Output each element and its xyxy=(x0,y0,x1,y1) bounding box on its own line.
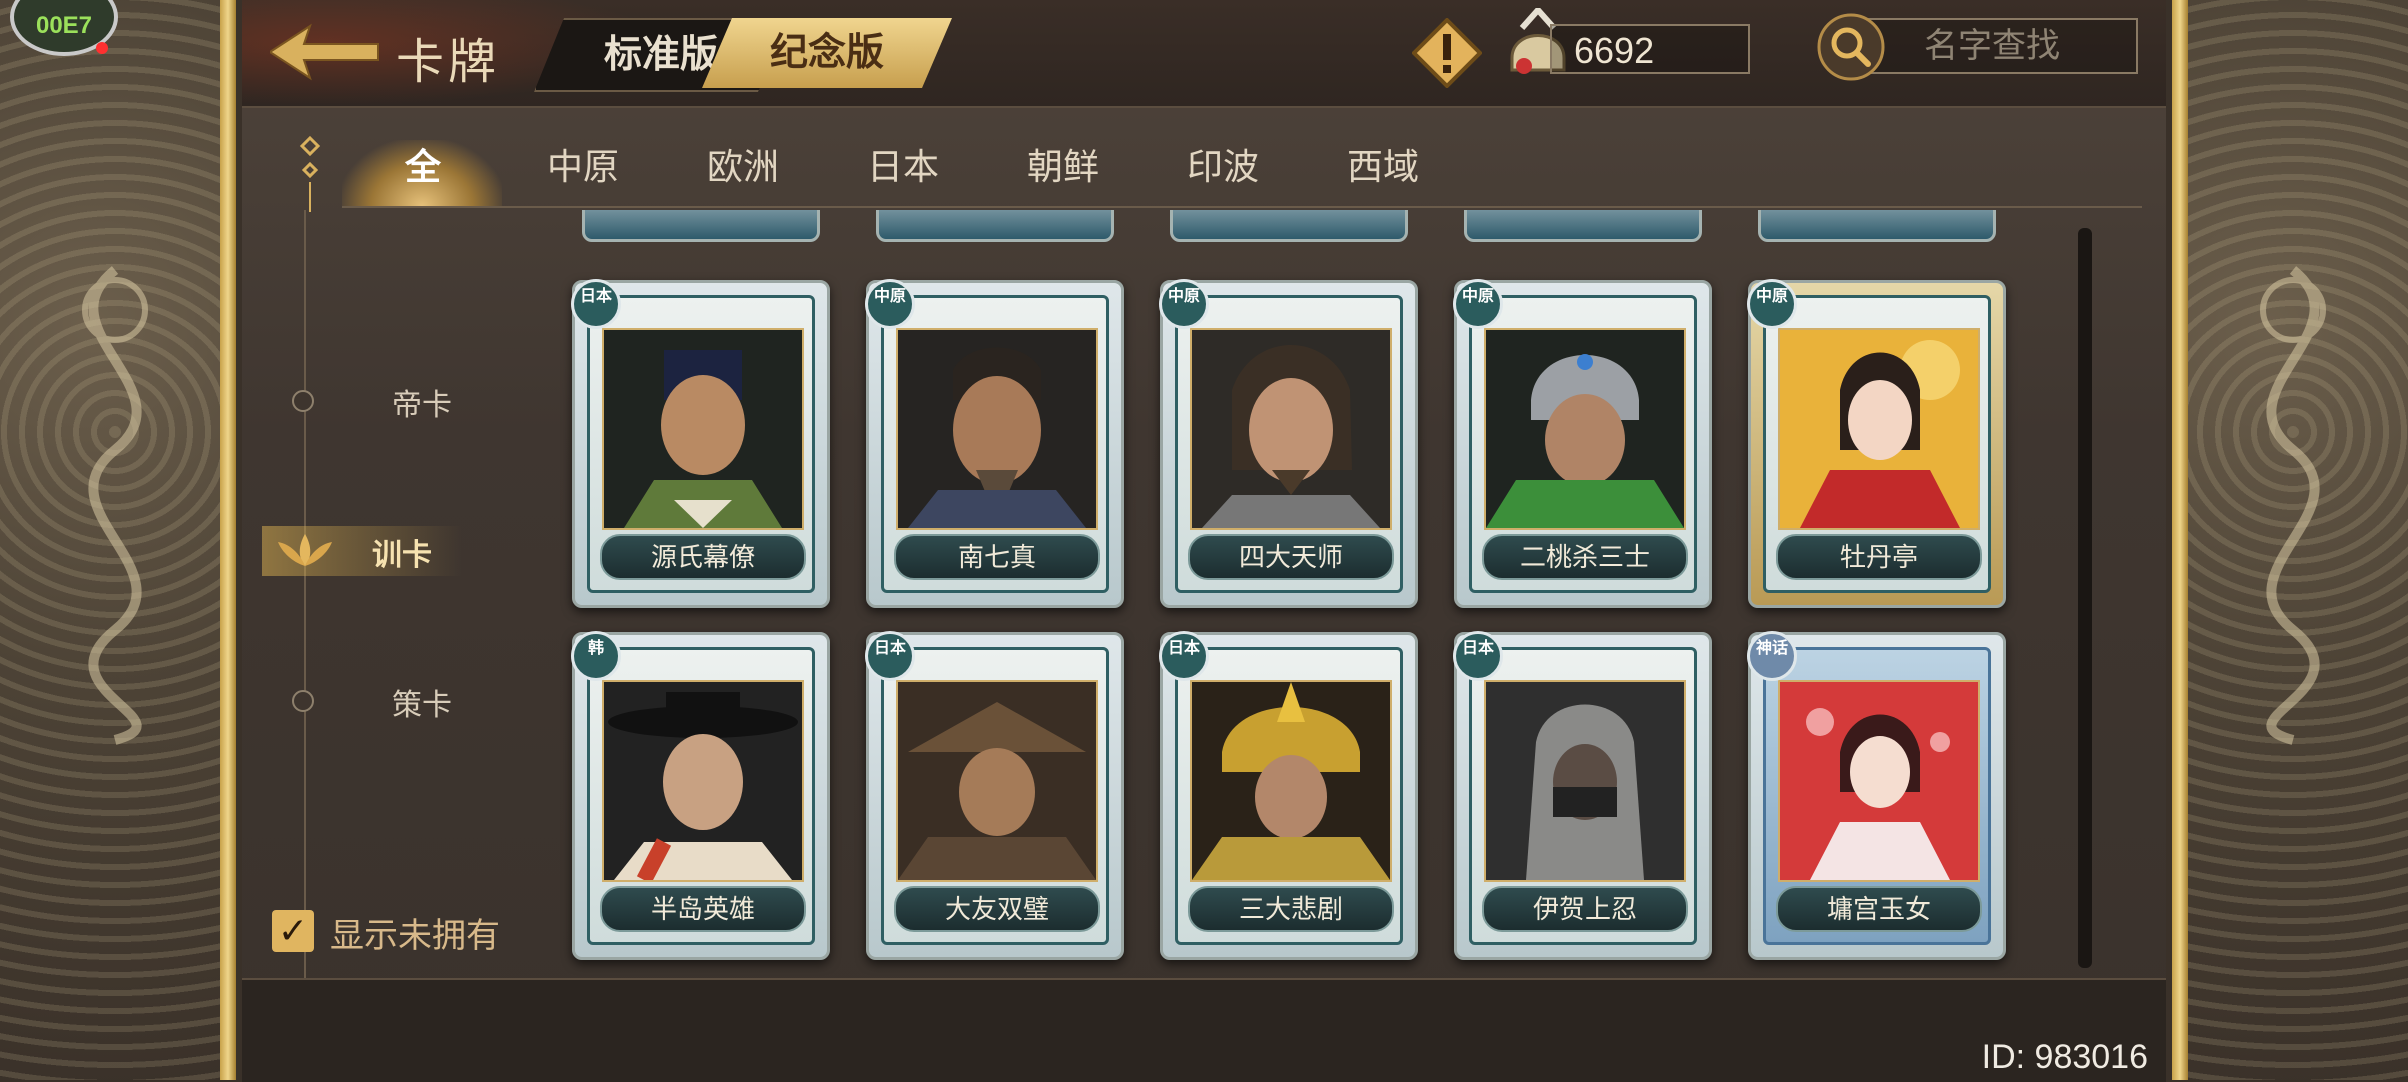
right-gold-border xyxy=(2172,0,2188,1080)
show-unowned-label: 显示未拥有 xyxy=(330,917,500,955)
card-item[interactable]: 二桃杀三士 中原 xyxy=(1453,279,1712,608)
card-name: 南七真 xyxy=(894,534,1100,580)
category-label: 帝卡 xyxy=(392,389,452,422)
currency-amount: 6692 xyxy=(1550,24,1750,74)
card-name: 伊贺上忍 xyxy=(1482,886,1688,932)
search-input[interactable] xyxy=(1864,20,2136,72)
right-decorative-wall xyxy=(2178,0,2408,1080)
back-arrow-icon[interactable] xyxy=(270,22,380,82)
card-region-badge: 日本 xyxy=(865,631,915,681)
card-item[interactable]: 伊贺上忍 日本 xyxy=(1453,631,1712,960)
card-item[interactable]: 墉宫玉女 神话 xyxy=(1747,631,2006,960)
dragon-ornament-icon xyxy=(2260,266,2326,745)
card-name: 半岛英雄 xyxy=(600,886,806,932)
card-portrait xyxy=(1778,328,1980,530)
card-peek[interactable] xyxy=(572,210,824,250)
card-item[interactable]: 大友双璧 日本 xyxy=(865,631,1124,960)
card-portrait xyxy=(896,680,1098,882)
card-item[interactable]: 半岛英雄 韩 xyxy=(571,631,830,960)
dragon-ornament-icon xyxy=(82,266,148,745)
card-item[interactable]: 南七真 中原 xyxy=(865,279,1124,608)
region-tab-japan[interactable]: 日本 xyxy=(848,138,958,190)
region-tab-india-persia[interactable]: 印波 xyxy=(1168,138,1278,190)
card-peek[interactable] xyxy=(1748,210,2000,250)
warning-icon[interactable] xyxy=(1412,18,1482,88)
card-item[interactable]: 源氏幕僚 日本 xyxy=(571,279,830,608)
card-peek[interactable] xyxy=(1454,210,1706,250)
card-collection-panel: 卡牌 标准版 纪念版 6692 全 中原 xyxy=(242,0,2166,1082)
card-region-badge: 中原 xyxy=(1747,279,1797,329)
category-label: 训卡 xyxy=(372,539,432,572)
card-portrait xyxy=(1190,680,1392,882)
region-tab-western-regions[interactable]: 西域 xyxy=(1328,138,1438,190)
card-portrait xyxy=(1190,328,1392,530)
footer-bar xyxy=(242,978,2166,1082)
notification-dot xyxy=(96,42,108,54)
card-name: 三大悲剧 xyxy=(1188,886,1394,932)
top-bar: 卡牌 标准版 纪念版 6692 xyxy=(242,0,2166,108)
category-label: 策卡 xyxy=(392,689,452,722)
category-training-cards[interactable]: 训卡 xyxy=(262,526,472,576)
card-portrait xyxy=(1778,680,1980,882)
card-region-badge: 神话 xyxy=(1747,631,1797,681)
card-name: 四大天师 xyxy=(1188,534,1394,580)
card-name: 牡丹亭 xyxy=(1776,534,1982,580)
card-peek[interactable] xyxy=(866,210,1118,250)
card-list-scrollbar[interactable] xyxy=(2078,228,2092,968)
overlay-badge-text: 00E7 xyxy=(35,12,93,39)
show-unowned-checkbox[interactable]: ✓ xyxy=(272,910,314,952)
page-title: 卡牌 xyxy=(396,36,501,89)
left-decorative-wall: 00E7 xyxy=(0,0,230,1080)
lotus-icon xyxy=(278,534,332,566)
left-gold-border xyxy=(220,0,236,1080)
category-emperor-cards[interactable]: 帝卡 xyxy=(292,376,492,426)
card-name: 源氏幕僚 xyxy=(600,534,806,580)
category-dot xyxy=(292,390,314,412)
card-region-badge: 日本 xyxy=(1159,631,1209,681)
card-portrait xyxy=(602,680,804,882)
card-item[interactable]: 四大天师 中原 xyxy=(1159,279,1418,608)
card-portrait xyxy=(1484,680,1686,882)
region-tab-europe[interactable]: 欧洲 xyxy=(688,138,798,190)
card-item[interactable]: 三大悲剧 日本 xyxy=(1159,631,1418,960)
card-region-badge: 日本 xyxy=(1453,631,1503,681)
region-tab-korea[interactable]: 朝鲜 xyxy=(1008,138,1118,190)
search-icon[interactable] xyxy=(1816,12,1886,82)
category-timeline-line xyxy=(304,210,306,980)
card-portrait xyxy=(602,328,804,530)
region-tab-zhongyuan[interactable]: 中原 xyxy=(528,138,638,190)
region-tab-all[interactable]: 全 xyxy=(368,138,478,190)
card-region-badge: 韩 xyxy=(571,631,621,681)
card-region-badge: 中原 xyxy=(865,279,915,329)
version-tab-commemorative[interactable]: 纪念版 xyxy=(702,18,952,88)
category-dot xyxy=(292,690,314,712)
card-peek[interactable] xyxy=(1160,210,1412,250)
card-portrait xyxy=(1484,328,1686,530)
card-region-badge: 中原 xyxy=(1453,279,1503,329)
search-field[interactable] xyxy=(1862,18,2138,74)
card-name: 大友双璧 xyxy=(894,886,1100,932)
region-tab-bar: 全 中原 欧洲 日本 朝鲜 印波 西域 xyxy=(242,108,2166,212)
card-portrait xyxy=(896,328,1098,530)
card-name: 墉宫玉女 xyxy=(1776,886,1982,932)
card-item[interactable]: 牡丹亭 中原 xyxy=(1747,279,2006,608)
user-id: ID: 983016 xyxy=(1981,1038,2148,1076)
category-strategy-cards[interactable]: 策卡 xyxy=(292,676,492,726)
diamond-ornament-icon xyxy=(299,135,321,212)
card-name: 二桃杀三士 xyxy=(1482,534,1688,580)
card-region-badge: 日本 xyxy=(571,279,621,329)
card-region-badge: 中原 xyxy=(1159,279,1209,329)
